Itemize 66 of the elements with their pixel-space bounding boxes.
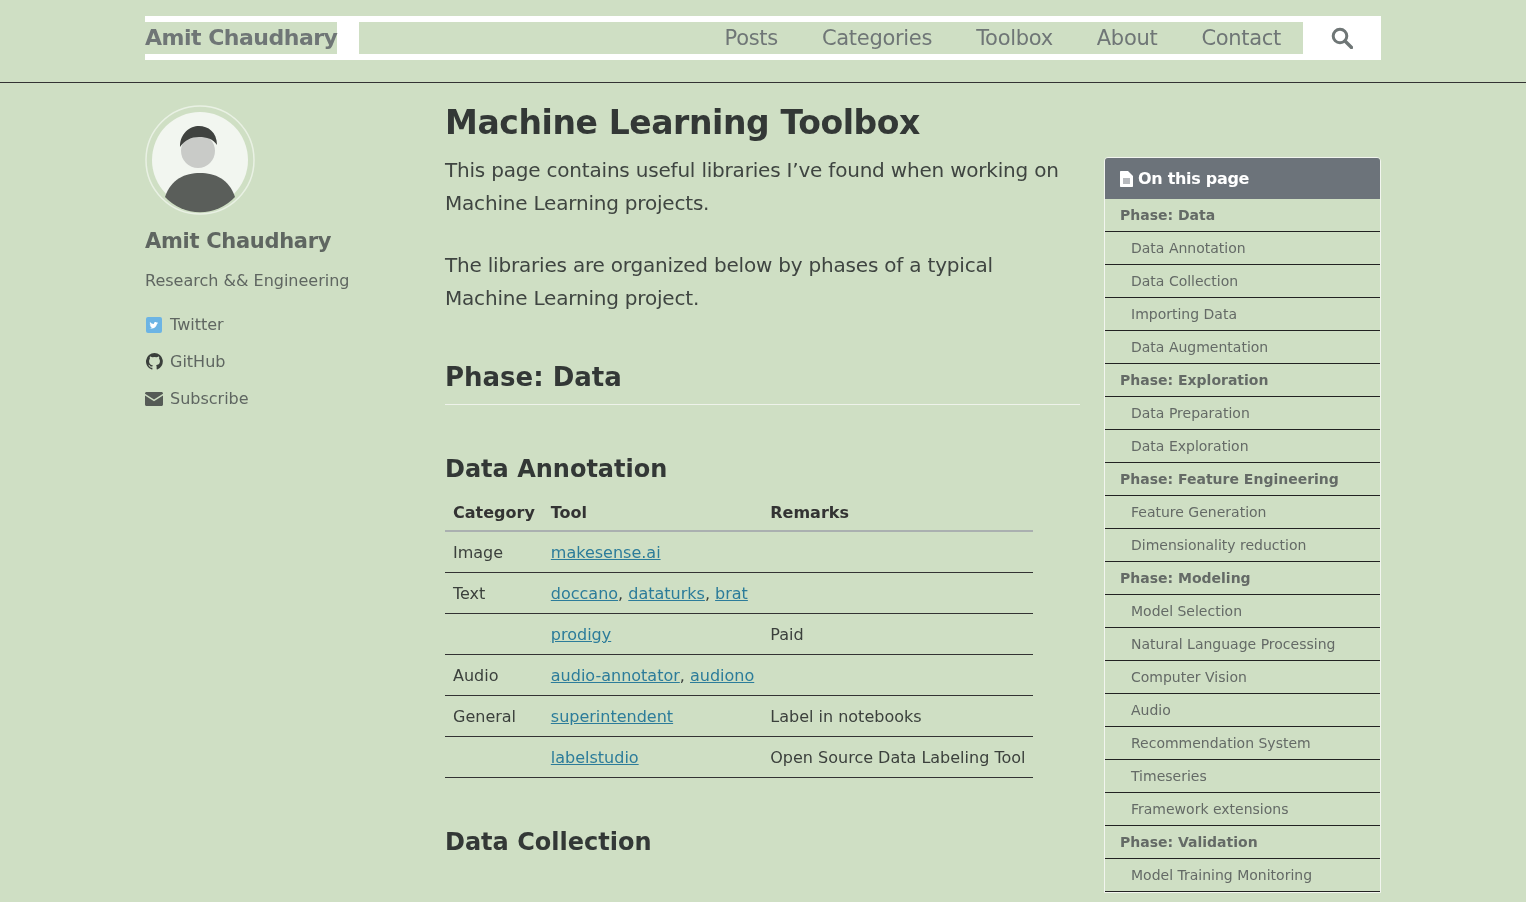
toc-link[interactable]: Dimensionality reduction	[1105, 529, 1380, 562]
tool-link[interactable]: superintendent	[550, 706, 674, 726]
column-header: Category	[445, 495, 543, 531]
toc-phase-link[interactable]: Phase: Modeling	[1105, 562, 1380, 595]
toc-link[interactable]: Recommendation System	[1105, 727, 1380, 760]
toc-link[interactable]: Computer Vision	[1105, 661, 1380, 694]
site-brand[interactable]: Amit Chaudhary	[145, 22, 338, 54]
profile-tagline: Research && Engineering	[145, 271, 351, 290]
toc-link[interactable]: Natural Language Processing	[1105, 628, 1380, 661]
tool-link[interactable]: brat	[715, 583, 748, 603]
toc-link[interactable]: Model Selection	[1105, 595, 1380, 628]
tool-link[interactable]: prodigy	[550, 624, 612, 644]
envelope-icon	[145, 391, 163, 406]
toc-link[interactable]: Data Annotation	[1105, 232, 1380, 265]
social-link[interactable]: Twitter	[170, 315, 224, 334]
page-title: Machine Learning Toolbox	[445, 103, 921, 142]
toc-link[interactable]: Timeseries	[1105, 760, 1380, 793]
toc-phase-link[interactable]: Phase: Feature Engineering	[1105, 463, 1380, 496]
toc-link[interactable]: Data Exploration	[1105, 430, 1380, 463]
nav-link[interactable]: Categories	[821, 22, 933, 54]
category-cell: General	[453, 706, 517, 726]
category-cell: Text	[453, 583, 486, 603]
toc-phase-link[interactable]: Phase: Data	[1105, 199, 1380, 232]
social-link[interactable]: Subscribe	[170, 389, 249, 408]
separator: ,	[704, 583, 711, 603]
remarks-cell: Paid	[770, 624, 804, 644]
intro-paragraph: This page contains useful libraries I’ve found when working on Machine Learning projects.	[445, 157, 1060, 217]
column-header: Remarks	[762, 495, 1034, 531]
tool-link[interactable]: dataturks	[628, 583, 705, 603]
tool-link[interactable]: audio-annotator	[550, 665, 680, 685]
remarks-cell: Label in notebooks	[770, 706, 922, 726]
remarks-cell: Open Source Data Labeling Tool	[770, 747, 1026, 767]
category-cell: Image	[453, 542, 504, 562]
toc-link[interactable]: Data Preparation	[1105, 397, 1380, 430]
toc-link[interactable]: Importing Data	[1105, 298, 1380, 331]
category-cell: Audio	[453, 665, 499, 685]
toc-link[interactable]: Data Augmentation	[1105, 331, 1380, 364]
column-header: Tool	[542, 495, 763, 531]
toc-link[interactable]: Feature Generation	[1105, 496, 1380, 529]
toc-link[interactable]: Model Training Monitoring	[1105, 859, 1380, 892]
toc-title: On this page	[1138, 169, 1250, 188]
document-icon	[1120, 170, 1133, 187]
profile-name: Amit Chaudhary	[145, 229, 333, 253]
section-heading: Data Annotation	[445, 455, 669, 483]
toc-link[interactable]: Data Collection	[1105, 265, 1380, 298]
toc-link[interactable]: Audio	[1105, 694, 1380, 727]
tool-link[interactable]: doccano	[550, 583, 619, 603]
nav-link[interactable]: Toolbox	[976, 22, 1053, 54]
tool-link[interactable]: audiono	[690, 665, 755, 685]
tool-link[interactable]: labelstudio	[550, 747, 639, 767]
nav-link[interactable]: Posts	[724, 22, 778, 54]
search-icon[interactable]	[1331, 27, 1353, 49]
separator: ,	[679, 665, 686, 685]
nav-link[interactable]: Contact	[1201, 22, 1281, 54]
toc-phase-link[interactable]: Phase: Exploration	[1105, 364, 1380, 397]
toc-phase-link[interactable]: Phase: Validation	[1105, 826, 1380, 859]
github-icon	[145, 353, 163, 370]
nav-link[interactable]: About	[1096, 22, 1158, 54]
tool-link[interactable]: makesense.ai	[550, 542, 661, 562]
phase-heading: Phase: Data	[445, 362, 1080, 405]
section-heading: Data Collection	[445, 828, 653, 856]
social-link[interactable]: GitHub	[170, 352, 226, 371]
separator: ,	[618, 583, 625, 603]
twitter-icon	[146, 316, 162, 333]
intro-paragraph: The libraries are organized below by phases of a typical Machine Learning project.	[445, 252, 994, 312]
toc-link[interactable]: Framework extensions	[1105, 793, 1380, 826]
